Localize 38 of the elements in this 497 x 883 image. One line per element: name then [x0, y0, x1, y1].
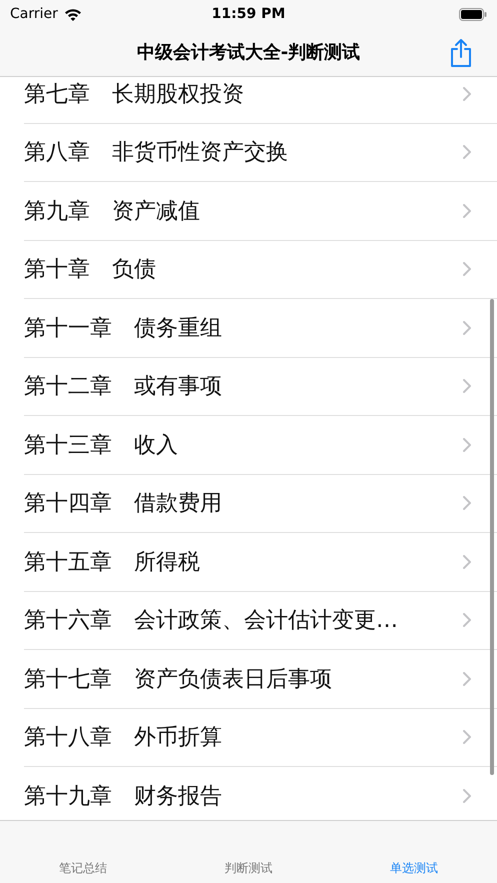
chapter-title: 第十九章 财务报告 — [24, 782, 223, 811]
carrier-name: Carrier — [10, 6, 58, 22]
chevron-icon — [463, 788, 471, 803]
chevron-icon — [463, 320, 471, 335]
chapter-title: 第十五章 所得税 — [24, 548, 201, 577]
chapter-row[interactable]: 第七章 长期股权投资 — [24, 77, 497, 124]
chevron-icon — [463, 613, 471, 628]
chevron-icon — [463, 262, 471, 276]
nav-title: 中级会计考试大全-判断测试 — [136, 41, 360, 64]
chevron-icon — [463, 438, 471, 452]
chapter-title: 第十章 负债 — [24, 256, 157, 284]
tab[interactable]: 判断测试 — [166, 856, 332, 881]
share-icon[interactable] — [449, 38, 473, 68]
chapter-title: 第十七章 资产负债表日后事项 — [24, 666, 333, 694]
chevron-icon — [463, 86, 471, 101]
chapter-title: 第九章 资产减值 — [24, 198, 201, 226]
wifi-icon — [64, 8, 82, 20]
tab[interactable]: 笔记总结 — [0, 856, 166, 881]
chevron-icon — [463, 379, 471, 394]
chevron-icon — [463, 204, 471, 218]
chevron-icon — [463, 554, 471, 569]
chapter-title: 第十三章 收入 — [24, 432, 179, 460]
chapter-title: 第十六章 会计政策、会计估计变更… — [24, 607, 399, 636]
chapter-title: 第八章 非货币性资产交换 — [24, 139, 289, 168]
battery-icon — [459, 8, 487, 20]
chapter-row[interactable]: 第九章 资产减值 — [24, 182, 497, 240]
chevron-icon — [463, 145, 471, 160]
chapter-title: 第十四章 借款费用 — [24, 490, 223, 518]
chapter-title: 第十八章 外币折算 — [24, 724, 223, 752]
chapter-title: 第十一章 债务重组 — [24, 314, 223, 343]
clock-time: 11:59 PM — [212, 6, 286, 22]
chevron-icon — [463, 730, 471, 744]
chapter-title: 第十二章 或有事项 — [24, 373, 223, 402]
chapter-title: 第七章 长期股权投资 — [24, 80, 245, 109]
chevron-icon — [463, 672, 471, 686]
chevron-icon — [463, 496, 471, 510]
chapter-row[interactable]: 第十章 负债 — [24, 240, 497, 299]
chapter-row[interactable]: 第八章 非货币性资产交换 — [24, 124, 497, 182]
